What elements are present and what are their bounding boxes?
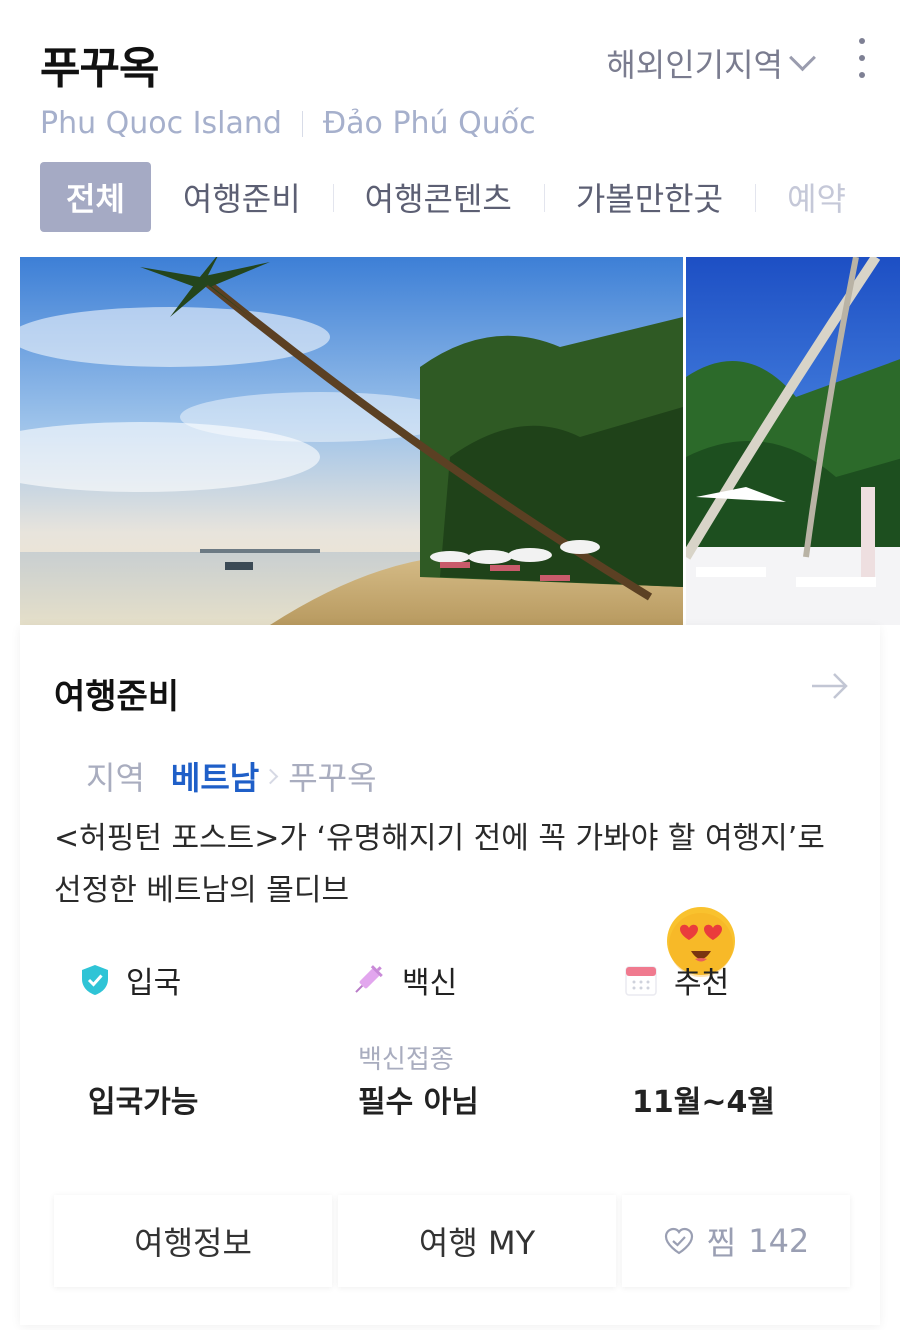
recommend-label-row: 추천	[624, 955, 900, 1005]
tab-content[interactable]: 여행콘텐츠	[332, 162, 544, 232]
shield-check-icon	[82, 965, 108, 995]
vaccine-label: 백신	[402, 966, 458, 1001]
entry-label: 입국	[126, 966, 182, 1001]
tab-places[interactable]: 가볼만한곳	[543, 162, 755, 232]
breadcrumb-country[interactable]: 베트남	[171, 753, 259, 799]
calendar-icon	[625, 966, 657, 996]
region-dropdown-label: 해외인기지역	[606, 46, 783, 84]
subtitle-divider	[301, 110, 303, 137]
vaccine-info: 백신 백신접종 필수 아님	[350, 955, 630, 1121]
place-subtitle: Phu Quoc Island Đảo Phú Quốc	[40, 106, 536, 141]
recommend-info: 추천 11월~4월	[624, 955, 900, 1121]
tab-prep[interactable]: 여행준비	[151, 162, 333, 232]
entry-label-row: 입국	[80, 955, 360, 1005]
section-title: 여행준비	[54, 677, 180, 717]
chevron-right-icon	[262, 768, 279, 784]
like-label: 찜	[706, 1224, 737, 1262]
beach-photo-2[interactable]	[686, 257, 900, 625]
place-description: <허핑턴 포스트>가 ‘유명해지기 전에 꼭 가봐야 할 여행지’로 선정한 베…	[54, 821, 825, 908]
vaccine-label-row: 백신	[350, 955, 630, 1005]
vaccine-value: 필수 아님	[358, 1085, 479, 1120]
travel-my-button[interactable]: 여행 MY	[338, 1195, 617, 1287]
page-title: 푸꾸옥	[40, 43, 159, 94]
entry-value: 입국가능	[88, 1085, 199, 1120]
tab-bar: 전체 여행준비 여행콘텐츠 가볼만한곳 예약	[40, 162, 900, 232]
recommend-value: 11월~4월	[632, 1085, 775, 1120]
region-dropdown[interactable]: 해외인기지역	[606, 40, 816, 86]
travel-prep-card: 여행준비 지역 베트남 푸꾸옥 <허핑턴 포스트>가 ‘유명해지기 전에 꼭 가…	[20, 625, 880, 1325]
travel-info-button[interactable]: 여행정보	[54, 1195, 333, 1287]
like-button[interactable]: 찜 142	[622, 1195, 850, 1287]
breadcrumb-city: 푸꾸옥	[288, 759, 377, 797]
photo-carousel[interactable]	[20, 257, 900, 625]
subtitle-english: Phu Quoc Island	[40, 106, 282, 141]
more-vertical-icon[interactable]	[854, 38, 870, 78]
chevron-down-icon	[789, 43, 816, 71]
vaccine-sub-label: 백신접종	[358, 1045, 454, 1075]
syringe-icon	[355, 965, 383, 993]
tab-booking[interactable]: 예약	[755, 162, 878, 232]
arrow-right-icon[interactable]	[810, 671, 850, 701]
tab-all[interactable]: 전체	[40, 162, 151, 232]
action-buttons: 여행정보 여행 MY 찜 142	[54, 1195, 850, 1287]
recommend-label: 추천	[674, 966, 730, 1001]
travel-info-row: 입국 입국가능 백신 백신접종 필수 아님 추천 11월~4월	[20, 955, 880, 1155]
entry-info: 입국 입국가능	[80, 955, 360, 1121]
beach-photo-1[interactable]	[20, 257, 683, 625]
breadcrumb-region: 지역	[86, 759, 145, 797]
breadcrumb: 지역 베트남 푸꾸옥	[86, 753, 377, 799]
like-count: 142	[748, 1222, 810, 1260]
subtitle-vietnamese: Đảo Phú Quốc	[322, 106, 536, 141]
heart-check-icon	[664, 1227, 693, 1255]
